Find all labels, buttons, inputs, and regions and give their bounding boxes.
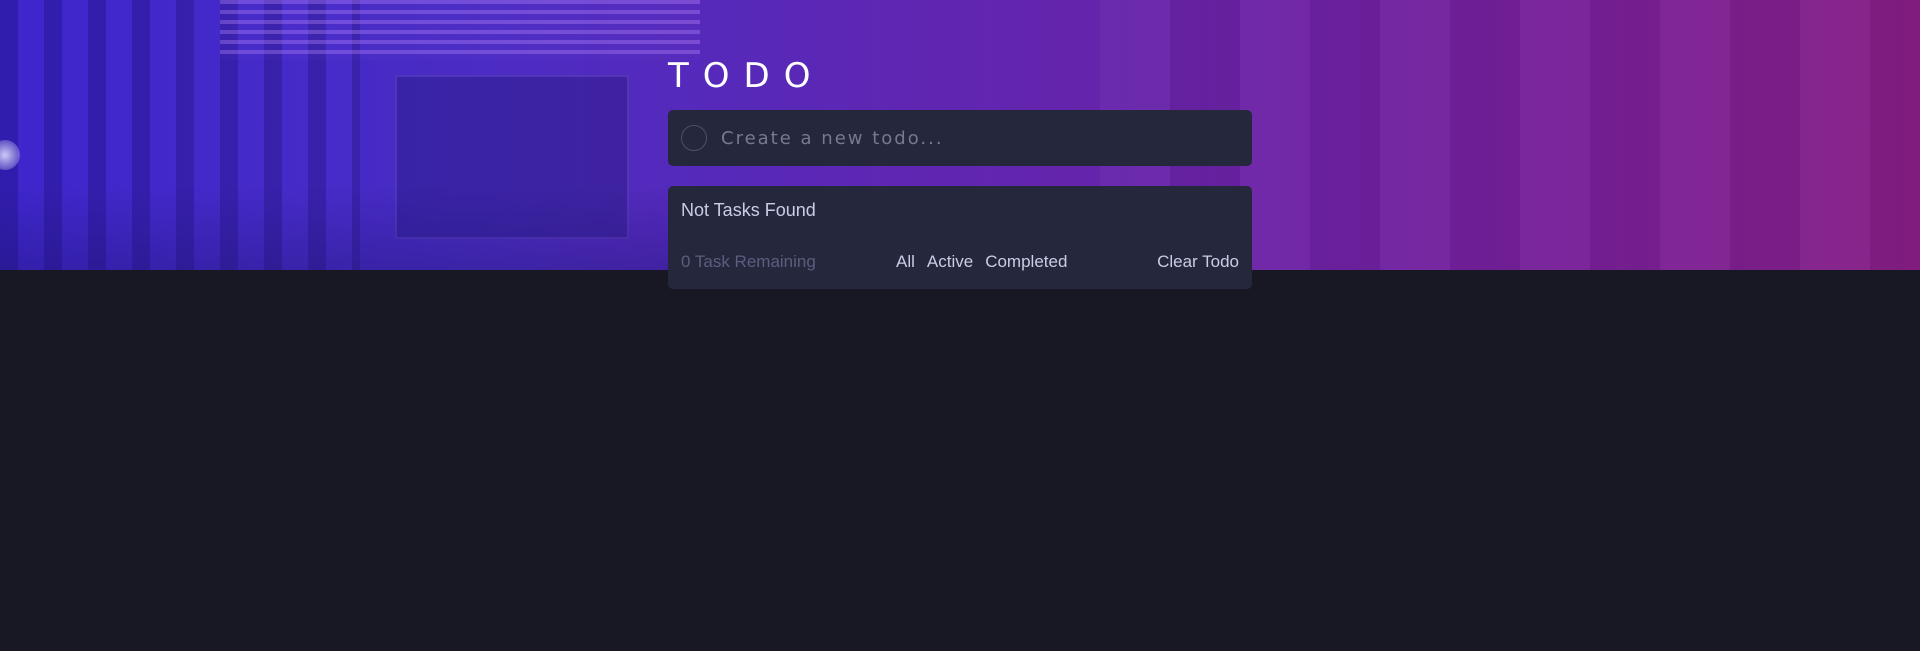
background-floor	[0, 185, 700, 270]
tasks-remaining: 0 Task Remaining	[681, 252, 816, 271]
new-todo-bar	[668, 110, 1252, 166]
list-footer: 0 Task Remaining All Active Completed Cl…	[681, 250, 1239, 274]
todo-list: Not Tasks Found 0 Task Remaining All Act…	[668, 186, 1252, 289]
circle-outline-icon[interactable]	[681, 125, 707, 151]
empty-message: Not Tasks Found	[681, 200, 816, 220]
filter-group: All Active Completed	[896, 252, 1067, 272]
filter-active[interactable]: Active	[927, 252, 973, 272]
clear-todo-button[interactable]: Clear Todo	[1157, 252, 1239, 272]
background-ceiling-lights	[220, 0, 700, 60]
filter-all[interactable]: All	[896, 252, 915, 272]
new-todo-input[interactable]	[719, 126, 1239, 150]
todo-app: TODO Not Tasks Found 0 Task Remaining Al…	[668, 52, 1252, 289]
app-title: TODO	[668, 56, 825, 96]
filter-completed[interactable]: Completed	[985, 252, 1067, 272]
